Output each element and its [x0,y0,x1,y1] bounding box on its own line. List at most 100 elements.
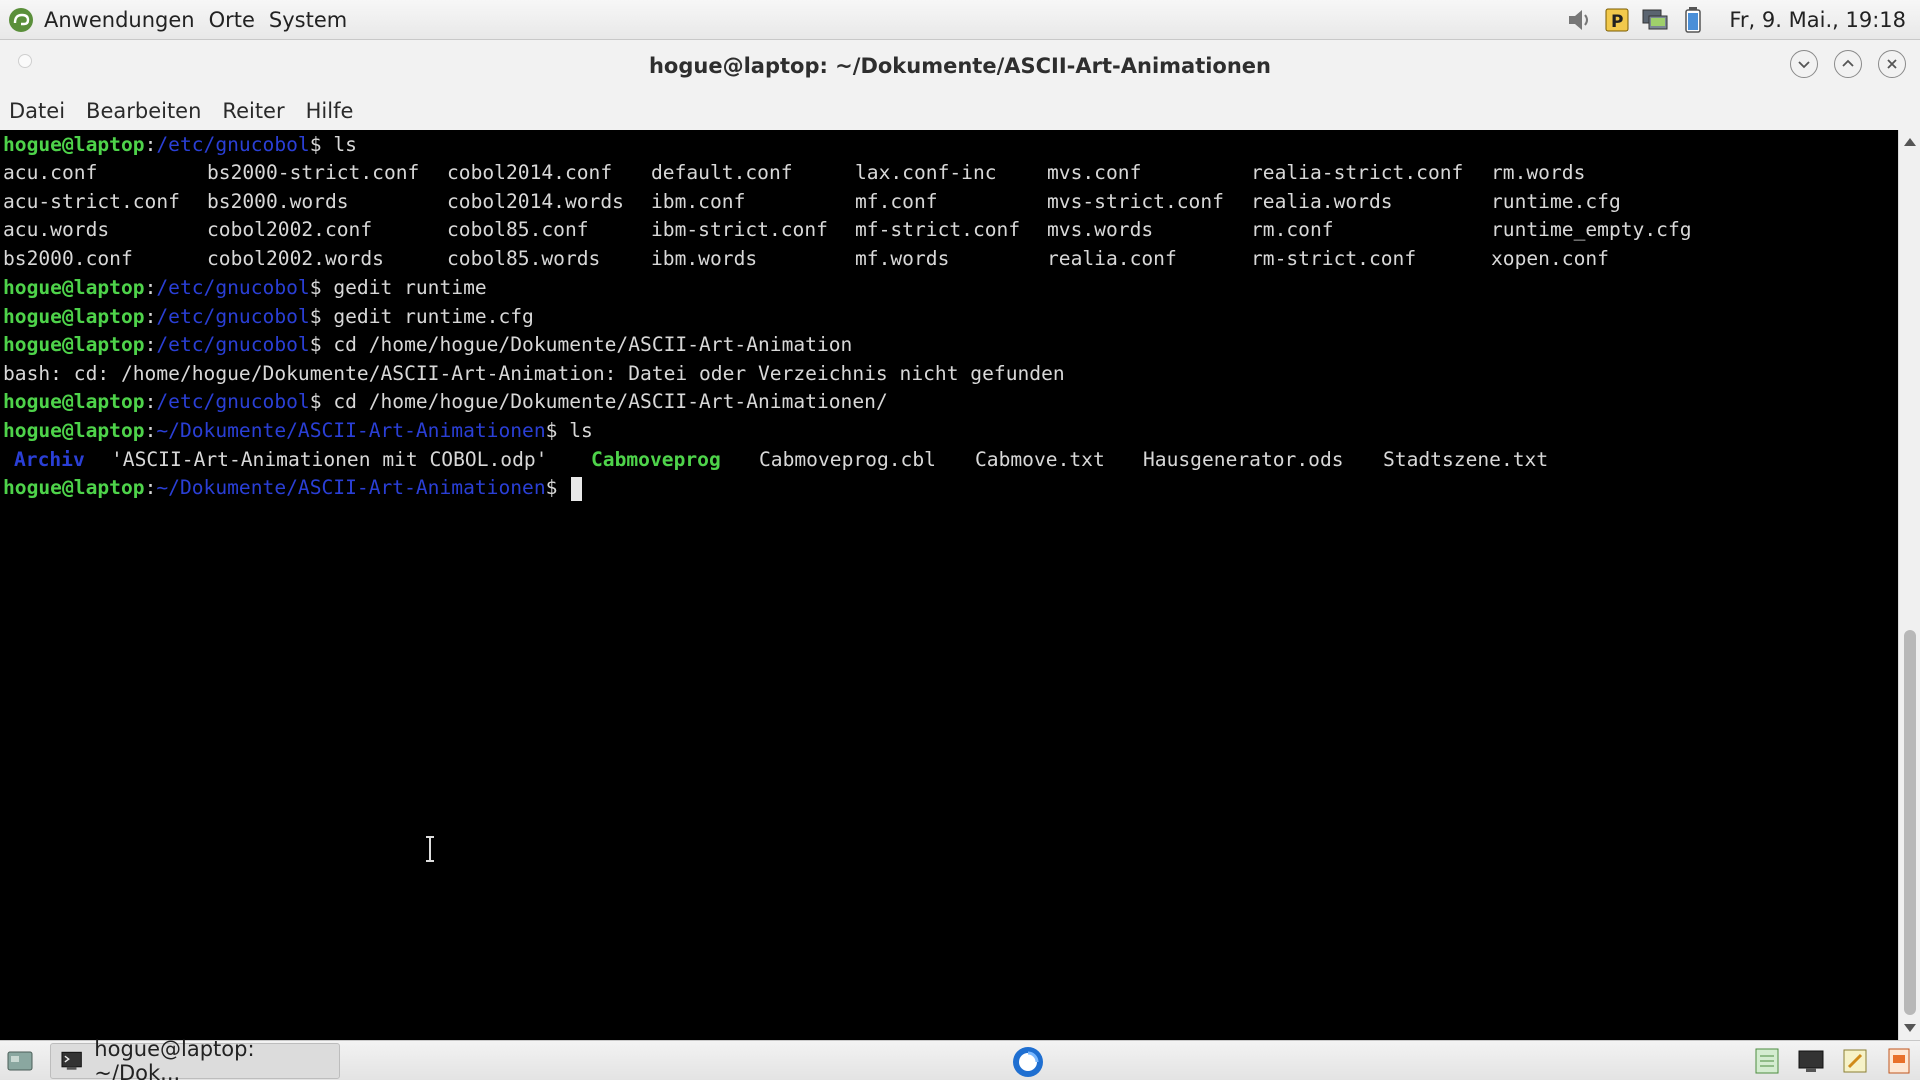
error-line: bash: cd: /home/hogue/Dokumente/ASCII-Ar… [3,362,1065,385]
window-menu-button[interactable] [18,54,32,68]
parking-app-icon[interactable]: P [1603,6,1631,34]
prompt-path: /etc/gnucobol [156,305,310,328]
scrollbar-thumb[interactable] [1904,630,1916,1015]
prompt-path: /etc/gnucobol [156,276,310,299]
ls-file-entry: mf.conf [855,190,938,213]
presentation-icon[interactable] [1882,1044,1916,1078]
prompt-path: ~/Dokumente/ASCII-Art-Animationen [156,476,546,499]
ls-file-entry: bs2000-strict.conf [207,161,420,184]
text-cursor [571,476,583,501]
ls-file-entry: mvs.conf [1047,161,1142,184]
taskbar-terminal-button[interactable]: hogue@laptop: ~/Dok... [50,1037,340,1080]
prompt-line: hogue@laptop:/etc/gnucobol$ gedit runtim… [3,305,534,328]
ls-file-entry: 'ASCII-Art-Animationen mit COBOL.odp' [111,448,548,471]
terminal-scrollbar[interactable] [1898,130,1920,1040]
ls-file-entry: bs2000.words [207,190,349,213]
prompt-user: hogue@laptop [3,390,145,413]
text-editor-icon[interactable] [1838,1044,1872,1078]
ls-file-entry: realia-strict.conf [1251,161,1464,184]
mate-logo-icon[interactable] [6,5,36,35]
battery-icon[interactable] [1679,6,1707,34]
ls-file-entry: runtime.cfg [1491,190,1621,213]
prompt-user: hogue@laptop [3,133,145,156]
ls-file-entry: rm.words [1491,161,1586,184]
workspace-2-icon[interactable] [1794,1044,1828,1078]
ls-file-entry: runtime_empty.cfg [1491,218,1692,241]
ls-file-entry: lax.conf-inc [855,161,997,184]
prompt-user: hogue@laptop [3,419,145,442]
ls-executable-entry: Cabmoveprog [591,448,721,471]
app-launcher-icon[interactable] [1010,1044,1046,1080]
prompt-user: hogue@laptop [3,305,145,328]
command-text: cd /home/hogue/Dokumente/ASCII-Art-Anima… [333,333,853,356]
prompt-line-active: hogue@laptop:~/Dokumente/ASCII-Art-Anima… [3,474,583,502]
prompt-user: hogue@laptop [3,333,145,356]
terminal-area[interactable]: hogue@laptop:/etc/gnucobol$ ls acu.conf a… [0,130,1898,1040]
maximize-button[interactable] [1834,50,1862,78]
ls-file-entry: ibm-strict.conf [651,218,828,241]
ls-file-entry: Stadtszene.txt [1383,448,1549,471]
command-text: cd /home/hogue/Dokumente/ASCII-Art-Anima… [333,390,888,413]
prompt-user: hogue@laptop [3,476,145,499]
menu-bearbeiten[interactable]: Bearbeiten [86,99,201,123]
menu-datei[interactable]: Datei [9,99,65,123]
prompt-line: hogue@laptop:/etc/gnucobol$ cd /home/hog… [3,390,888,413]
ls-file-entry: cobol85.words [447,247,601,270]
prompt-line: hogue@laptop:~/Dokumente/ASCII-Art-Anima… [3,419,593,442]
prompt-path: /etc/gnucobol [156,333,310,356]
taskbar-task-label: hogue@laptop: ~/Dok... [94,1036,255,1080]
ls-file-entry: rm-strict.conf [1251,247,1417,270]
command-text: gedit runtime.cfg [333,305,534,328]
ls-file-entry: Cabmove.txt [975,448,1105,471]
ls-file-entry: acu.conf [3,161,98,184]
workspace-1-icon[interactable] [1750,1044,1784,1078]
clock[interactable]: Fr, 9. Mai., 19:18 [1729,8,1906,32]
ls-file-entry: realia.words [1251,190,1393,213]
chevron-down-icon [1798,61,1810,69]
network-icon[interactable] [1641,6,1669,34]
volume-icon[interactable] [1565,6,1593,34]
close-button[interactable] [1878,50,1906,78]
ls-file-entry: default.conf [651,161,793,184]
ls-file-entry: cobol2014.conf [447,161,613,184]
ls-file-entry: cobol2014.words [447,190,624,213]
svg-text:P: P [1611,12,1623,32]
terminal-icon [61,1051,82,1070]
show-desktop-icon[interactable] [2,1043,38,1079]
menu-anwendungen[interactable]: Anwendungen [44,8,195,32]
ls-file-entry: xopen.conf [1491,247,1609,270]
ibeam-cursor-icon [426,836,434,862]
scroll-down-arrow-icon[interactable] [1904,1024,1916,1032]
ls-file-entry: cobol2002.words [207,247,384,270]
menu-reiter[interactable]: Reiter [222,99,284,123]
ls-file-entry: acu-strict.conf [3,190,180,213]
ls-file-entry: rm.conf [1251,218,1334,241]
minimize-button[interactable] [1790,50,1818,78]
window-title: hogue@laptop: ~/Dokumente/ASCII-Art-Anim… [648,54,1272,78]
prompt-path: /etc/gnucobol [156,390,310,413]
scroll-up-arrow-icon[interactable] [1904,138,1916,146]
command-text: gedit runtime [333,276,487,299]
ls-file-entry: bs2000.conf [3,247,133,270]
ls-file-entry: mvs-strict.conf [1047,190,1224,213]
ls-directory-entry: Archiv [14,448,85,471]
prompt-line: hogue@laptop:/etc/gnucobol$ gedit runtim… [3,276,487,299]
ls-file-entry: Hausgenerator.ods [1143,448,1344,471]
menu-orte[interactable]: Orte [209,8,255,32]
top-panel: Anwendungen Orte System P Fr, 9. Mai., 1… [0,0,1920,40]
window-titlebar[interactable]: hogue@laptop: ~/Dokumente/ASCII-Art-Anim… [0,40,1920,92]
menu-system[interactable]: System [269,8,347,32]
prompt-line: hogue@laptop:/etc/gnucobol$ ls [3,133,357,156]
prompt-user: hogue@laptop [3,276,145,299]
ls-file-entry: Cabmoveprog.cbl [759,448,936,471]
ls-file-entry: ibm.words [651,247,758,270]
command-text: ls [569,419,593,442]
ls-file-entry: ibm.conf [651,190,746,213]
ls-file-entry: cobol85.conf [447,218,589,241]
prompt-path: ~/Dokumente/ASCII-Art-Animationen [156,419,546,442]
prompt-path: /etc/gnucobol [156,133,310,156]
prompt-line: hogue@laptop:/etc/gnucobol$ cd /home/hog… [3,333,853,356]
menu-hilfe[interactable]: Hilfe [306,99,354,123]
ls-file-entry: realia.conf [1047,247,1177,270]
ls-file-entry: mf.words [855,247,950,270]
